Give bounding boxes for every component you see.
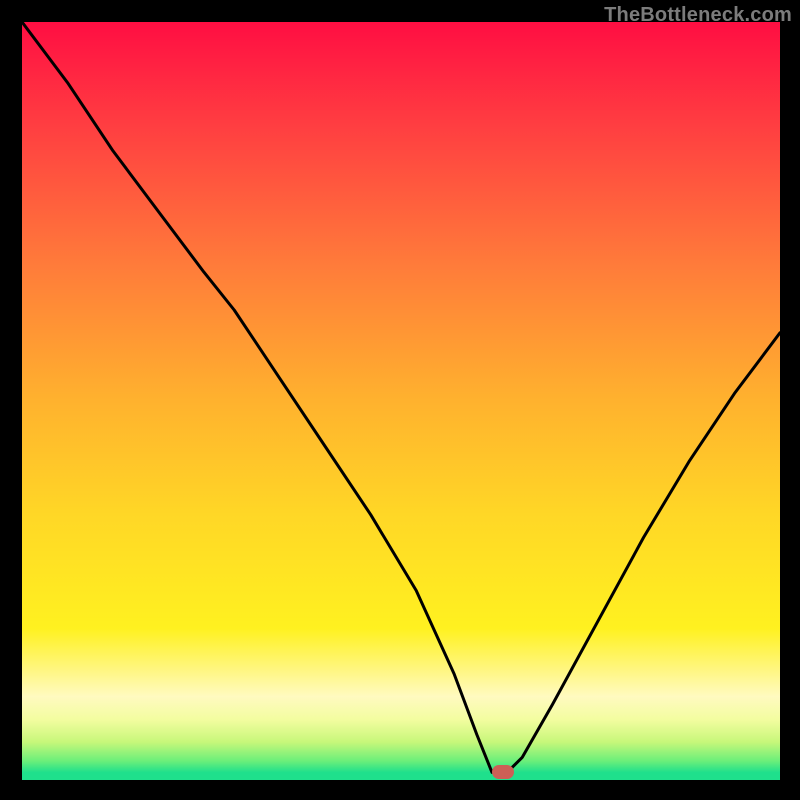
optimal-marker <box>492 765 514 779</box>
bottleneck-curve <box>22 22 780 780</box>
plot-area <box>22 22 780 780</box>
watermark-text: TheBottleneck.com <box>604 4 792 27</box>
chart-stage: TheBottleneck.com <box>0 0 800 800</box>
curve-path <box>22 22 780 772</box>
